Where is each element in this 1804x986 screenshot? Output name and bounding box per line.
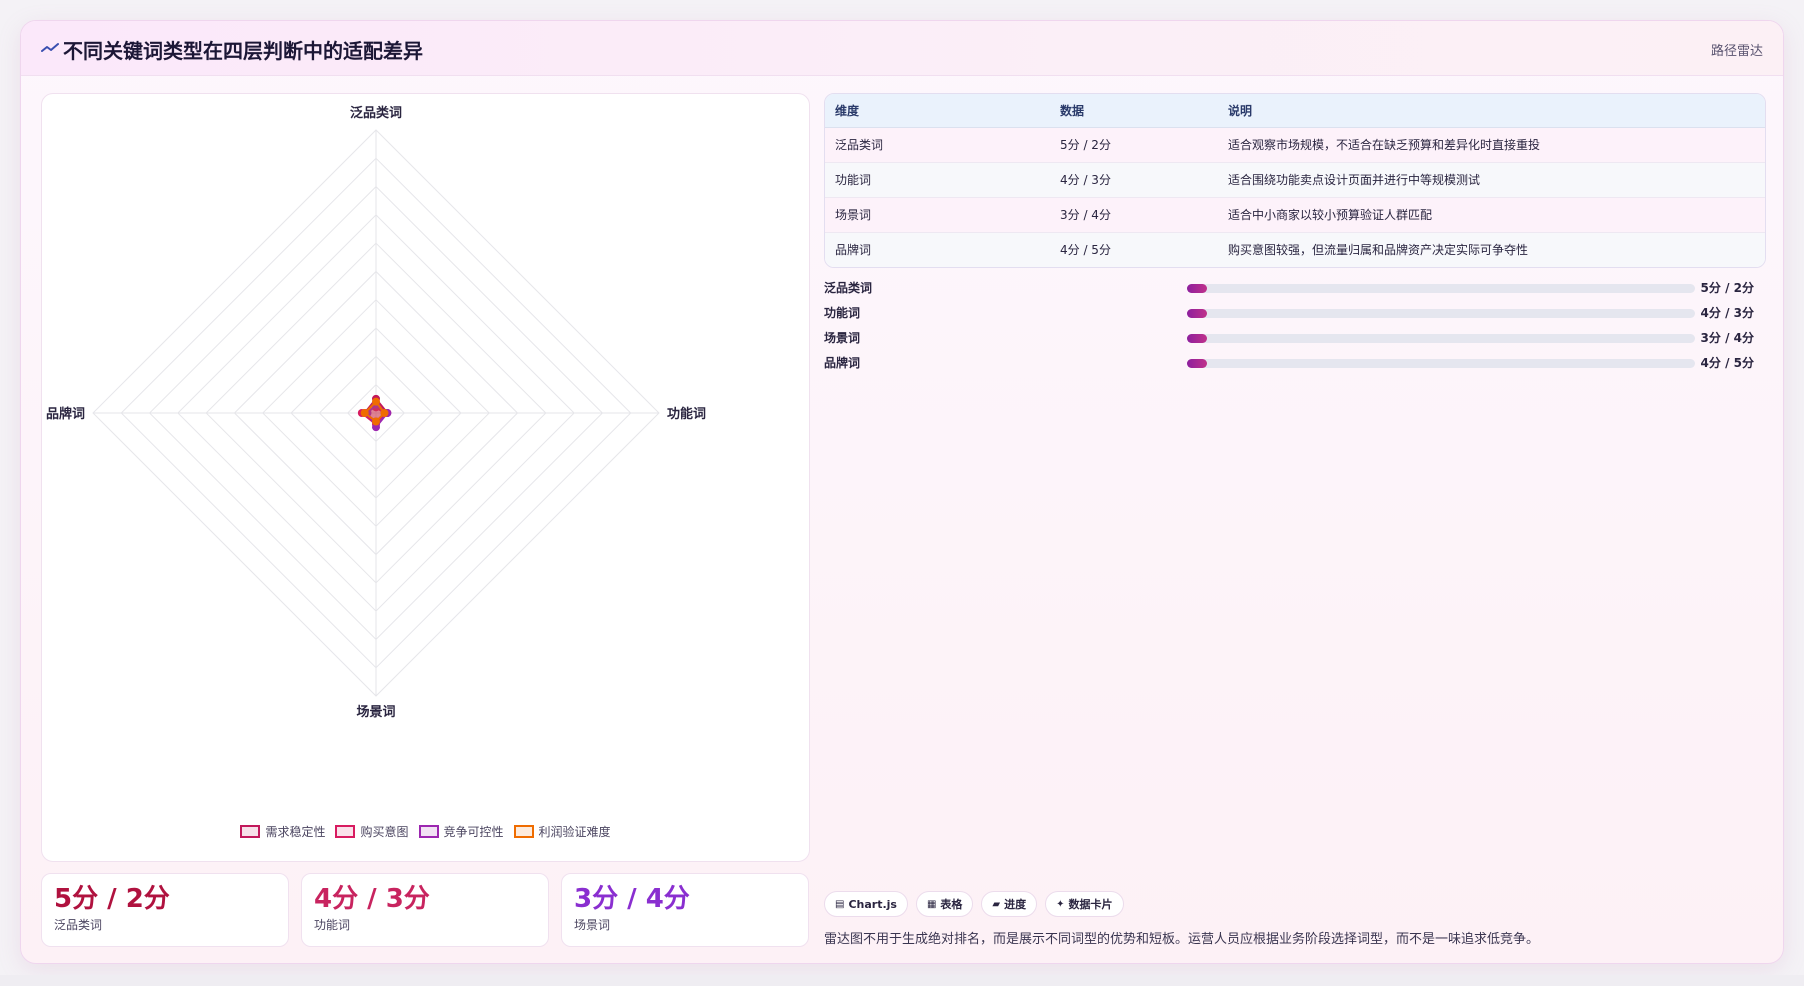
legend-swatch [240,825,261,838]
axis-label: 场景词 [356,705,395,720]
progress-icon: ▰ [992,898,1001,910]
table-header: 说明 [1218,94,1765,128]
legend-item[interactable]: 需求稳定性 [240,823,325,840]
data-point [372,417,380,426]
progress-track [1187,359,1695,368]
radar-chart-panel: 泛品类词功能词场景词 品牌词 需求稳定性 购买意图 竞争可控性 利润验证难度 [41,93,810,862]
trend-icon [41,43,59,52]
data-point [360,409,369,417]
progress-track [1187,309,1695,318]
table-icon: ▦ [926,898,937,910]
progress-track [1187,284,1695,293]
progress-fill [1187,334,1208,343]
table-header: 数据 [1050,94,1218,128]
feature-chips: ▤ Chart.js ▦ 表格 ▰ 进度 ✦ 数据卡片 [824,891,1124,917]
table-cell: 适合围绕功能卖点设计页面并进行中等规模测试 [1218,162,1765,198]
table-cell: 功能词 [825,162,1050,198]
table-cell: 4分 / 5分 [1050,232,1218,267]
legend-swatch [335,825,356,838]
axis-label: 功能词 [667,406,706,422]
stat-value: 3分 / 4分 [574,884,690,914]
progress-row: 功能词 4分 / 3分 [824,301,1766,326]
progress-label: 功能词 [824,306,861,320]
table-header-row: 维度 数据 说明 [825,94,1765,128]
progress-value: 3分 / 4分 [1700,331,1754,345]
header-tag: 路径雷达 [1710,44,1763,59]
progress-list: 泛品类词 5分 / 2分 功能词 4分 / 3分 场景词 3分 / 4分 品牌词… [824,276,1766,376]
data-table: 维度 数据 说明 泛品类词 5分 / 2分 适合观察市场规模，不适合在缺乏预算和… [824,93,1766,268]
table-cell: 品牌词 [825,232,1050,267]
stat-value: 4分 / 3分 [314,884,430,914]
progress-fill [1187,359,1208,368]
main-card: 不同关键词类型在四层判断中的适配差异 路径雷达 泛品类词 功能词 场景词 品牌词 需求… [20,20,1784,964]
progress-label: 泛品类词 [824,281,873,295]
legend-label: 利润验证难度 [538,825,611,839]
chip-label: Chart.js [848,897,897,911]
table-cell: 4分 / 3分 [1050,162,1218,198]
card-header: 不同关键词类型在四层判断中的适配差异 路径雷达 [21,21,1783,76]
legend-item[interactable]: 购买意图 [335,823,409,840]
table-row: 功能词 4分 / 3分 适合围绕功能卖点设计页面并进行中等规模测试 [825,162,1765,198]
progress-fill [1187,284,1208,293]
progress-value: 4分 / 3分 [1700,306,1754,320]
chart-legend: 需求稳定性 购买意图 竞争可控性 利润验证难度 [42,823,809,840]
stat-value: 5分 / 2分 [54,884,170,914]
chip-data-card[interactable]: ✦ 数据卡片 [1045,891,1124,917]
table-cell: 3分 / 4分 [1050,197,1218,233]
stat-card-scene: 3分 / 4分 场景词 [561,873,809,947]
legend-label: 购买意图 [360,825,409,839]
legend-label: 需求稳定性 [265,825,326,839]
stat-card-broad: 5分 / 2分 泛品类词 [41,873,289,947]
bottom-strip [0,975,1804,986]
chart-icon: ▤ [835,898,845,910]
table-row: 品牌词 4分 / 5分 购买意图较强，但流量归属和品牌资产决定实际可争夺性 [825,232,1765,267]
progress-value: 5分 / 2分 [1700,281,1754,295]
data-point [372,397,380,406]
table-cell: 泛品类词 [825,127,1050,163]
progress-row: 品牌词 4分 / 5分 [824,351,1766,376]
progress-track [1187,334,1695,343]
stat-label: 泛品类词 [54,918,103,932]
table-header: 维度 [825,94,1050,128]
progress-row: 泛品类词 5分 / 2分 [824,276,1766,301]
chip-table[interactable]: ▦ 表格 [915,891,974,917]
table-cell: 5分 / 2分 [1050,127,1218,163]
sparkle-icon: ✦ [1056,898,1065,910]
chip-chartjs[interactable]: ▤ Chart.js [824,891,908,917]
legend-swatch [418,825,439,838]
legend-item[interactable]: 竞争可控性 [418,823,504,840]
chip-progress[interactable]: ▰ 进度 [981,891,1038,917]
chip-label: 表格 [940,898,963,911]
progress-label: 场景词 [824,331,861,345]
chip-label: 进度 [1004,898,1027,911]
table-cell: 适合观察市场规模，不适合在缺乏预算和差异化时直接重投 [1218,127,1765,163]
stat-label: 场景词 [574,918,611,932]
stat-label: 功能词 [314,918,351,932]
axis-label: 品牌词 [46,406,85,422]
table-cell: 购买意图较强，但流量归属和品牌资产决定实际可争夺性 [1218,232,1765,267]
axis-label: 泛品类词 [350,105,402,121]
legend-swatch [513,825,534,838]
table-row: 场景词 3分 / 4分 适合中小商家以较小预算验证人群匹配 [825,197,1765,233]
data-point [380,409,389,417]
radar-chart: 泛品类词功能词场景词 品牌词 [46,105,706,720]
table-cell: 适合中小商家以较小预算验证人群匹配 [1218,197,1765,233]
progress-fill [1187,309,1208,318]
page-title: 不同关键词类型在四层判断中的适配差异 [63,39,423,63]
chip-label: 数据卡片 [1068,898,1113,911]
progress-label: 品牌词 [824,356,861,370]
table-row: 泛品类词 5分 / 2分 适合观察市场规模，不适合在缺乏预算和差异化时直接重投 [825,127,1765,163]
table-cell: 场景词 [825,197,1050,233]
legend-item[interactable]: 利润验证难度 [513,823,611,840]
progress-value: 4分 / 5分 [1700,356,1754,370]
footnote: 雷达图不用于生成绝对排名，而是展示不同词型的优势和短板。运营人员应根据业务阶段选… [824,932,1540,947]
progress-row: 场景词 3分 / 4分 [824,326,1766,351]
legend-label: 竞争可控性 [443,825,504,839]
stat-card-function: 4分 / 3分 功能词 [301,873,549,947]
